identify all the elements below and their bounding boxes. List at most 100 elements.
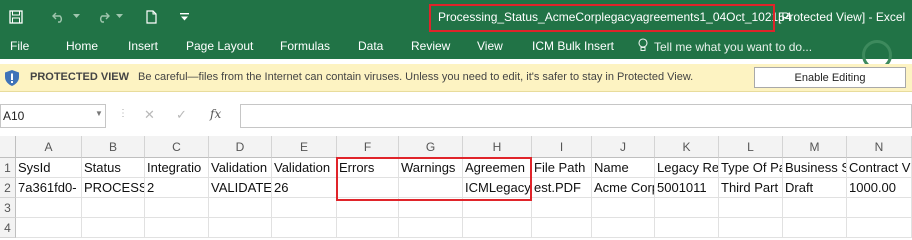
tab-formulas[interactable]: Formulas xyxy=(280,39,330,53)
column-header-l[interactable]: L xyxy=(719,136,783,158)
cell-g4[interactable] xyxy=(399,218,463,238)
cell-m1[interactable]: Business S xyxy=(783,158,847,178)
column-header-j[interactable]: J xyxy=(592,136,655,158)
enable-editing-button[interactable]: Enable Editing xyxy=(754,67,906,88)
cell-j2[interactable]: Acme Corp xyxy=(592,178,655,198)
cell-m3[interactable] xyxy=(783,198,847,218)
shield-icon xyxy=(4,69,20,90)
cell-c3[interactable] xyxy=(145,198,209,218)
row-header-4[interactable]: 4 xyxy=(0,218,16,238)
protected-view-message: Be careful—files from the Internet can c… xyxy=(138,71,694,83)
cell-k2[interactable]: 5001011 xyxy=(655,178,719,198)
cell-d2[interactable]: VALIDATE xyxy=(209,178,272,198)
cell-e1[interactable]: Validation xyxy=(272,158,337,178)
cell-h4[interactable] xyxy=(463,218,532,238)
column-header-e[interactable]: E xyxy=(272,136,337,158)
cell-b4[interactable] xyxy=(82,218,145,238)
filename-highlight-box xyxy=(429,4,775,32)
cell-b3[interactable] xyxy=(82,198,145,218)
column-header-a[interactable]: A xyxy=(16,136,82,158)
column-header-d[interactable]: D xyxy=(209,136,272,158)
column-header-n[interactable]: N xyxy=(847,136,912,158)
cell-l4[interactable] xyxy=(719,218,783,238)
cell-c2[interactable]: 2 xyxy=(145,178,209,198)
save-icon[interactable] xyxy=(4,0,28,33)
cell-i3[interactable] xyxy=(532,198,592,218)
row-header-1[interactable]: 1 xyxy=(0,158,16,178)
window-title-suffix: [Protected View] - Excel xyxy=(778,10,906,24)
name-box-dropdown-icon[interactable]: ▼ xyxy=(95,109,103,118)
redo-icon[interactable] xyxy=(92,0,114,33)
column-header-i[interactable]: I xyxy=(532,136,592,158)
cell-n4[interactable] xyxy=(847,218,912,238)
tab-file[interactable]: File xyxy=(10,39,29,53)
tab-page-layout[interactable]: Page Layout xyxy=(186,39,253,53)
title-bar: Processing_Status_AcmeCorplegacyagreemen… xyxy=(0,0,912,33)
cell-j1[interactable]: Name xyxy=(592,158,655,178)
select-all-corner[interactable] xyxy=(0,136,16,158)
new-document-icon[interactable] xyxy=(140,0,162,33)
cell-n2[interactable]: 1000.00 xyxy=(847,178,912,198)
cell-c1[interactable]: Integratio xyxy=(145,158,209,178)
row-header-2[interactable]: 2 xyxy=(0,178,16,198)
cell-l2[interactable]: Third Part xyxy=(719,178,783,198)
column-header-b[interactable]: B xyxy=(82,136,145,158)
cell-a4[interactable] xyxy=(16,218,82,238)
formula-input[interactable] xyxy=(240,104,912,128)
column-header-g[interactable]: G xyxy=(399,136,463,158)
cell-d4[interactable] xyxy=(209,218,272,238)
cell-j3[interactable] xyxy=(592,198,655,218)
column-header-c[interactable]: C xyxy=(145,136,209,158)
cell-f3[interactable] xyxy=(337,198,399,218)
tell-me-box[interactable]: Tell me what you want to do... xyxy=(638,38,812,55)
column-header-f[interactable]: F xyxy=(337,136,399,158)
cell-n3[interactable] xyxy=(847,198,912,218)
cell-m4[interactable] xyxy=(783,218,847,238)
name-box[interactable]: A10 xyxy=(0,104,106,128)
cell-i1[interactable]: File Path xyxy=(532,158,592,178)
undo-icon[interactable] xyxy=(48,0,70,33)
cell-a3[interactable] xyxy=(16,198,82,218)
tab-review[interactable]: Review xyxy=(411,39,450,53)
column-header-m[interactable]: M xyxy=(783,136,847,158)
cell-l3[interactable] xyxy=(719,198,783,218)
cell-k4[interactable] xyxy=(655,218,719,238)
row-header-3[interactable]: 3 xyxy=(0,198,16,218)
insert-function-icon[interactable]: fx xyxy=(210,107,221,121)
cell-h3[interactable] xyxy=(463,198,532,218)
cell-a1[interactable]: SysId xyxy=(16,158,82,178)
cell-e2[interactable]: 26 xyxy=(272,178,337,198)
formula-bar: A10 ▼ ⋮ ✕ ✓ fx xyxy=(0,100,912,132)
cell-k3[interactable] xyxy=(655,198,719,218)
cell-g3[interactable] xyxy=(399,198,463,218)
cell-d3[interactable] xyxy=(209,198,272,218)
tab-view[interactable]: View xyxy=(477,39,503,53)
tell-me-text: Tell me what you want to do... xyxy=(654,39,813,54)
tab-data[interactable]: Data xyxy=(358,39,383,53)
cell-d1[interactable]: Validation xyxy=(209,158,272,178)
cell-m2[interactable]: Draft xyxy=(783,178,847,198)
cell-c4[interactable] xyxy=(145,218,209,238)
cell-e4[interactable] xyxy=(272,218,337,238)
cell-k1[interactable]: Legacy Re xyxy=(655,158,719,178)
tab-home[interactable]: Home xyxy=(66,39,98,53)
undo-dropdown-icon[interactable] xyxy=(70,0,82,33)
cell-j4[interactable] xyxy=(592,218,655,238)
cell-a2[interactable]: 7a361fd0- xyxy=(16,178,82,198)
cell-n1[interactable]: Contract V xyxy=(847,158,912,178)
cell-e3[interactable] xyxy=(272,198,337,218)
column-header-k[interactable]: K xyxy=(655,136,719,158)
redo-dropdown-icon[interactable] xyxy=(113,0,125,33)
cell-b1[interactable]: Status xyxy=(82,158,145,178)
tab-insert[interactable]: Insert xyxy=(128,39,158,53)
column-header-h[interactable]: H xyxy=(463,136,532,158)
cell-i2[interactable]: est.PDF xyxy=(532,178,592,198)
enter-icon[interactable]: ✓ xyxy=(176,107,187,123)
cell-b2[interactable]: PROCESSE xyxy=(82,178,145,198)
cancel-icon[interactable]: ✕ xyxy=(144,107,155,123)
cell-l1[interactable]: Type Of Pa xyxy=(719,158,783,178)
customize-toolbar-icon[interactable] xyxy=(174,0,194,33)
cell-i4[interactable] xyxy=(532,218,592,238)
tab-icm-bulk-insert[interactable]: ICM Bulk Insert xyxy=(532,39,614,53)
cell-f4[interactable] xyxy=(337,218,399,238)
